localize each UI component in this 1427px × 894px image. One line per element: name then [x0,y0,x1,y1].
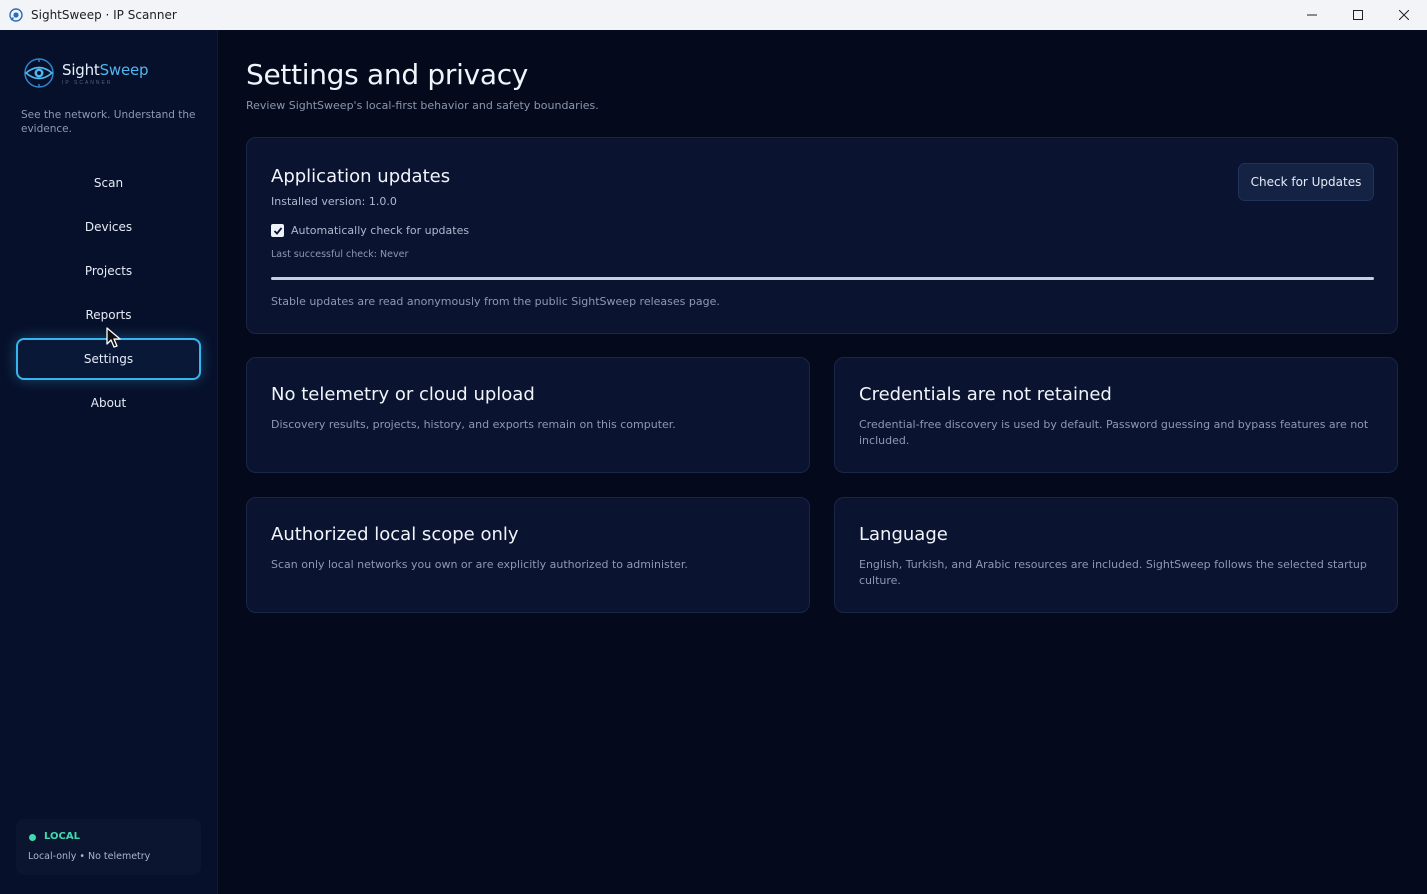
card-title: Authorized local scope only [271,524,519,545]
close-icon [1399,10,1409,20]
update-progress-bar [271,277,1374,280]
sidebar: SightSweep IP SCANNER See the network. U… [0,30,218,894]
sidebar-nav: Scan Devices Projects Reports Settings A… [16,162,201,426]
app-icon [9,8,23,22]
minimize-button[interactable] [1289,0,1335,30]
update-progress-fill [271,277,1374,280]
brand: SightSweep IP SCANNER [22,56,149,90]
brand-name: SightSweep [62,60,149,79]
check-for-updates-button[interactable]: Check for Updates [1238,163,1374,201]
sidebar-item-scan[interactable]: Scan [16,162,201,204]
updates-card: Application updates Installed version: 1… [246,137,1398,334]
card-text: Credential-free discovery is used by def… [859,418,1369,447]
telemetry-card: No telemetry or cloud upload Discovery r… [246,357,810,473]
installed-version: Installed version: 1.0.0 [271,195,397,208]
card-title: No telemetry or cloud upload [271,384,535,405]
auto-check-label: Automatically check for updates [291,224,470,237]
tagline: See the network. Understand the evidence… [21,109,196,135]
maximize-button[interactable] [1335,0,1381,30]
close-button[interactable] [1381,0,1427,30]
checkmark-icon [273,226,282,235]
eye-radar-icon [24,58,54,88]
status-dot-icon [29,834,36,841]
window-title: SightSweep · IP Scanner [31,8,177,22]
status-card: LOCAL Local-only • No telemetry [16,819,201,875]
card-text: Scan only local networks you own or are … [271,558,688,571]
auto-check-row[interactable]: Automatically check for updates [271,224,469,237]
page-title: Settings and privacy [246,58,529,91]
sidebar-item-about[interactable]: About [16,382,201,424]
card-title: Credentials are not retained [859,384,1112,405]
card-text: Discovery results, projects, history, an… [271,418,676,431]
window-controls [1289,0,1427,30]
maximize-icon [1353,10,1363,20]
sidebar-item-projects[interactable]: Projects [16,250,201,292]
last-check-text: Last successful check: Never [271,249,409,260]
status-subtext: Local-only • No telemetry [28,851,151,862]
card-text: English, Turkish, and Arabic resources a… [859,558,1367,587]
window-titlebar: SightSweep · IP Scanner [0,0,1427,30]
page-subtitle: Review SightSweep's local-first behavior… [246,99,599,112]
sidebar-item-devices[interactable]: Devices [16,206,201,248]
status-label: LOCAL [44,831,80,842]
credentials-card: Credentials are not retained Credential-… [834,357,1398,473]
language-card: Language English, Turkish, and Arabic re… [834,497,1398,613]
main-content: Settings and privacy Review SightSweep's… [219,30,1427,894]
updates-title: Application updates [271,166,451,187]
scope-card: Authorized local scope only Scan only lo… [246,497,810,613]
auto-check-checkbox[interactable] [271,224,284,237]
minimize-icon [1307,14,1317,16]
brand-subtitle: IP SCANNER [62,79,113,86]
mouse-cursor-icon [106,327,121,348]
updates-note: Stable updates are read anonymously from… [271,295,720,308]
card-title: Language [859,524,948,545]
